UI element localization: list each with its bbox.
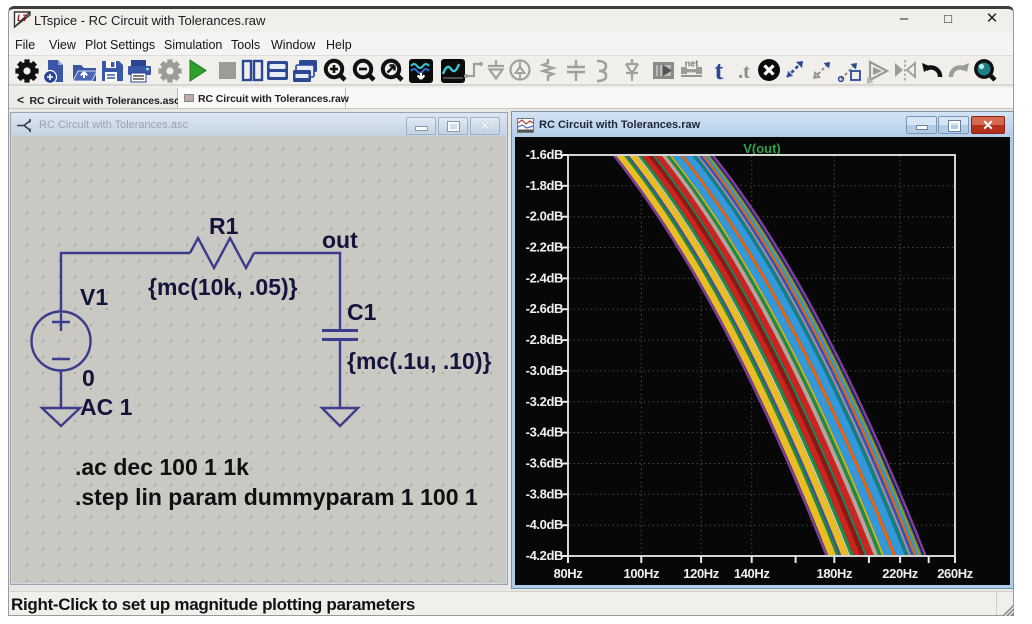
svg-text:t: t (715, 57, 724, 85)
svg-text:-2.2dB: -2.2dB (526, 240, 563, 255)
svg-text:-2.4dB: -2.4dB (526, 270, 563, 285)
svg-text:{mc(10k, .05)}: {mc(10k, .05)} (148, 274, 298, 300)
svg-text:-1.8dB: -1.8dB (526, 178, 563, 193)
svg-text:-2.6dB: -2.6dB (526, 301, 563, 316)
svg-text:out: out (322, 227, 358, 253)
svg-text:-3.0dB: -3.0dB (526, 363, 563, 378)
svg-text:-3.8dB: -3.8dB (526, 486, 563, 501)
svg-text:V(out): V(out) (743, 141, 781, 156)
svg-text:-1.6dB: -1.6dB (526, 147, 563, 162)
svg-text:100Hz: 100Hz (624, 566, 660, 581)
svg-text:-2.8dB: -2.8dB (526, 332, 563, 347)
svg-text:140Hz: 140Hz (734, 566, 770, 581)
svg-text:120Hz: 120Hz (683, 566, 719, 581)
svg-text:{mc(.1u, .10)}: {mc(.1u, .10)} (347, 348, 491, 374)
svg-text:-2.0dB: -2.0dB (526, 209, 563, 224)
svg-text:C1: C1 (347, 299, 377, 325)
svg-text:0: 0 (82, 365, 95, 391)
svg-text:220Hz: 220Hz (882, 566, 918, 581)
svg-text:.t: .t (738, 61, 750, 83)
svg-text:-3.2dB: -3.2dB (526, 394, 563, 409)
svg-text:.step lin param dummyparam 1 1: .step lin param dummyparam 1 100 1 (75, 484, 478, 510)
svg-text:80Hz: 80Hz (554, 566, 584, 581)
svg-text:R1: R1 (209, 213, 239, 239)
svg-text:-4.0dB: -4.0dB (526, 517, 563, 532)
svg-text:net: net (685, 59, 699, 69)
svg-text:LT: LT (17, 13, 29, 24)
svg-text:260Hz: 260Hz (937, 566, 973, 581)
svg-text:-4.2dB: -4.2dB (526, 548, 563, 563)
svg-text:AC 1: AC 1 (80, 394, 133, 420)
svg-text:-3.6dB: -3.6dB (526, 456, 563, 471)
svg-text:V1: V1 (80, 284, 108, 310)
svg-text:-3.4dB: -3.4dB (526, 425, 563, 440)
svg-text:180Hz: 180Hz (817, 566, 853, 581)
svg-text:.ac dec 100 1 1k: .ac dec 100 1 1k (75, 454, 249, 480)
